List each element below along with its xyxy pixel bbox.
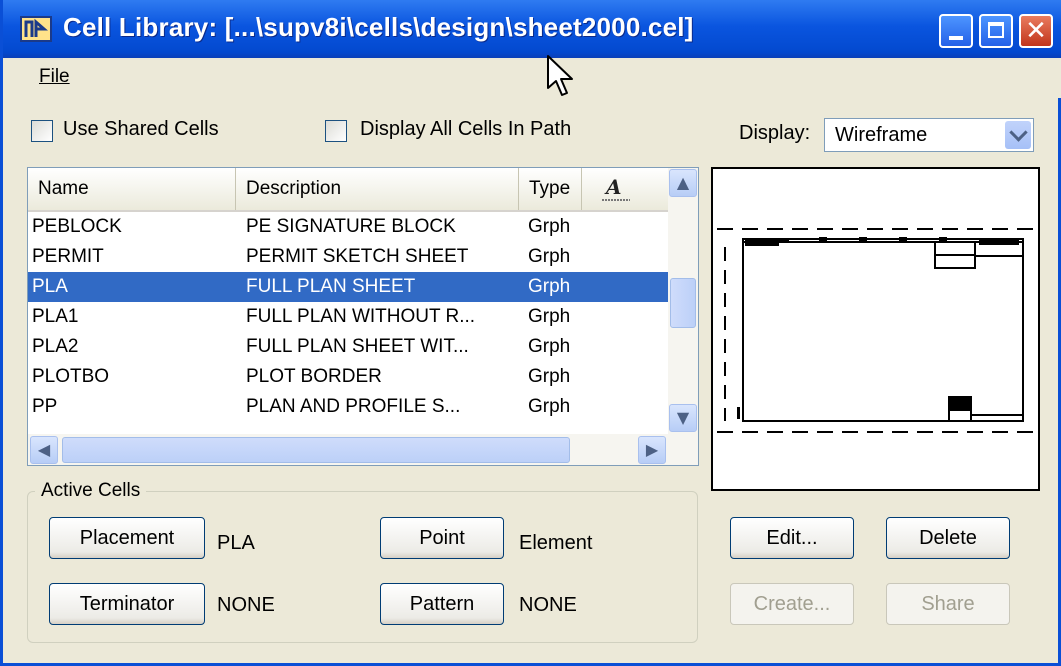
vertical-scrollbar[interactable]: ▲ ▼ (668, 168, 698, 434)
cell-name: PLA2 (32, 336, 79, 357)
list-item[interactable]: PERMIT PERMIT SKETCH SHEET Grph (28, 242, 668, 272)
font-icon: A (602, 175, 630, 201)
menu-file-label: File (39, 66, 70, 87)
cell-name: PLA (32, 276, 68, 297)
display-mode-select[interactable]: Wireframe (824, 118, 1034, 152)
horizontal-scrollbar[interactable]: ◀ ▶ (28, 434, 698, 465)
list-item[interactable]: PLA1 FULL PLAN WITHOUT R... Grph (28, 302, 668, 332)
maximize-button[interactable] (979, 14, 1013, 48)
share-button-label: Share (921, 593, 975, 615)
scroll-left-button[interactable]: ◀ (30, 436, 58, 464)
list-item[interactable]: PLA FULL PLAN SHEET Grph (28, 272, 668, 302)
edit-button-label: Edit... (766, 527, 818, 549)
close-button[interactable]: ✕ (1019, 14, 1053, 48)
display-all-cells-label[interactable]: Display All Cells In Path (360, 118, 571, 141)
cell-type: Grph (528, 276, 571, 297)
cell-name: PP (32, 396, 58, 417)
chevron-up-icon: ▲ (676, 173, 690, 192)
pattern-button[interactable]: Pattern (380, 583, 504, 625)
cell-description: FULL PLAN WITHOUT R... (246, 306, 476, 327)
list-header: Name Description Type A (28, 168, 668, 212)
create-button-label: Create... (753, 593, 831, 615)
close-icon: ✕ (1025, 16, 1047, 46)
active-cells-legend: Active Cells (35, 480, 147, 502)
column-header-type[interactable]: Type (519, 168, 582, 210)
cell-description: PLOT BORDER (246, 366, 382, 387)
cell-description: PERMIT SKETCH SHEET (246, 246, 469, 267)
pattern-button-label: Pattern (409, 593, 475, 615)
cell-type: Grph (528, 306, 571, 327)
terminator-button-label: Terminator (79, 593, 175, 615)
placement-value: PLA (217, 532, 255, 554)
display-mode-value: Wireframe (835, 124, 928, 146)
cell-name: PLOTBO (32, 366, 110, 387)
create-button[interactable]: Create... (730, 583, 854, 625)
cell-description: PLAN AND PROFILE S... (246, 396, 461, 417)
sheet-border-preview-icon (717, 228, 1035, 433)
cell-name: PEBLOCK (32, 216, 122, 237)
column-header-description[interactable]: Description (236, 168, 519, 210)
delete-button-label: Delete (919, 527, 977, 549)
vertical-scroll-thumb[interactable] (670, 278, 696, 328)
point-button[interactable]: Point (380, 517, 504, 559)
cell-name: PERMIT (32, 246, 104, 267)
point-button-label: Point (419, 527, 465, 549)
maximize-icon (988, 22, 1004, 38)
placement-button-label: Placement (79, 527, 175, 549)
delete-button[interactable]: Delete (886, 517, 1010, 559)
scroll-right-button[interactable]: ▶ (638, 436, 666, 464)
use-shared-cells-label[interactable]: Use Shared Cells (63, 118, 219, 141)
horizontal-scroll-thumb[interactable] (62, 437, 570, 463)
cell-description: FULL PLAN SHEET (246, 276, 416, 297)
chevron-down-icon: ▼ (676, 408, 690, 427)
mouse-cursor-icon (547, 55, 573, 96)
menu-bar: File (3, 58, 1061, 98)
cell-type: Grph (528, 216, 571, 237)
column-header-font[interactable]: A (582, 168, 660, 210)
cell-library-window: Cell Library: [...\supv8i\cells\design\s… (0, 0, 1061, 666)
chevron-down-icon[interactable] (1005, 121, 1031, 149)
list-item[interactable]: PLA2 FULL PLAN SHEET WIT... Grph (28, 332, 668, 362)
scroll-up-button[interactable]: ▲ (669, 169, 697, 197)
cell-description: FULL PLAN SHEET WIT... (246, 336, 469, 357)
cell-preview (711, 167, 1040, 491)
window-title: Cell Library: [...\supv8i\cells\design\s… (63, 12, 694, 42)
cell-type: Grph (528, 246, 571, 267)
display-label: Display: (739, 122, 811, 144)
cell-type: Grph (528, 396, 571, 417)
display-all-cells-checkbox[interactable] (325, 120, 347, 142)
share-button[interactable]: Share (886, 583, 1010, 625)
list-item[interactable]: PP PLAN AND PROFILE S... Grph (28, 392, 668, 422)
app-icon (20, 16, 52, 42)
cell-description: PE SIGNATURE BLOCK (246, 216, 456, 237)
point-value: Element (519, 532, 593, 554)
placement-button[interactable]: Placement (49, 517, 205, 559)
minimize-button[interactable] (939, 14, 973, 48)
list-item[interactable]: PLOTBO PLOT BORDER Grph (28, 362, 668, 392)
scroll-down-button[interactable]: ▼ (669, 404, 697, 432)
pattern-value: NONE (519, 594, 577, 616)
edit-button[interactable]: Edit... (730, 517, 854, 559)
terminator-button[interactable]: Terminator (49, 583, 205, 625)
cell-name: PLA1 (32, 306, 79, 327)
use-shared-cells-checkbox[interactable] (31, 120, 53, 142)
cell-type: Grph (528, 336, 571, 357)
chevron-right-icon: ▶ (645, 440, 659, 459)
svg-text:A: A (604, 175, 622, 199)
terminator-value: NONE (217, 594, 275, 616)
column-header-name[interactable]: Name (28, 168, 236, 210)
chevron-left-icon: ◀ (37, 440, 51, 459)
cell-list[interactable]: Name Description Type A PEBLOCK PE SIGNAT… (27, 167, 699, 466)
list-item[interactable]: PEBLOCK PE SIGNATURE BLOCK Grph (28, 212, 668, 242)
menu-file[interactable]: File (39, 66, 70, 88)
cell-type: Grph (528, 366, 571, 387)
title-bar[interactable]: Cell Library: [...\supv8i\cells\design\s… (3, 0, 1061, 58)
minimize-icon (949, 36, 963, 40)
